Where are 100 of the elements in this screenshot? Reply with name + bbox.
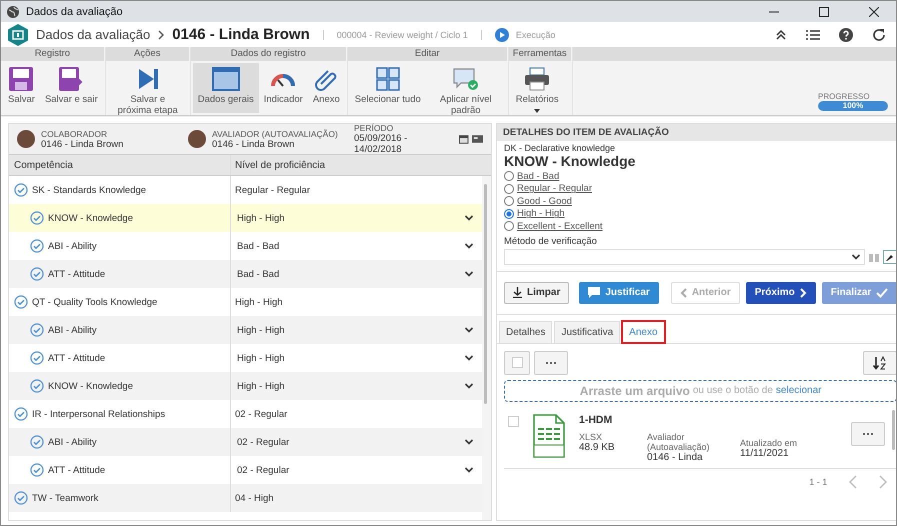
info-value: 0146 - Linda Brown [212,138,294,150]
ribbon-button[interactable]: Relatórios [510,63,564,116]
globe-icon [6,4,20,18]
competency-name: ABI - Ability [48,324,97,336]
ribbon-button[interactable]: Salvar e próxima etapa [108,63,188,120]
proficiency-level[interactable]: 02 - Regular [237,464,290,476]
proficiency-level[interactable]: Bad - Bad [237,268,280,280]
action-button[interactable]: Limpar [504,282,570,304]
select-link[interactable]: selecionar [776,385,822,396]
proficiency-level[interactable]: High - High [237,212,285,224]
tab[interactable]: Detalhes [499,320,552,342]
progress-value: 100% [842,101,864,111]
tab[interactable]: Justificativa [554,320,620,342]
item-category: DK - Declarative knowledge [504,143,616,153]
chevron-down-icon[interactable] [851,252,862,260]
sort-button[interactable] [863,350,896,374]
chevron-down-icon[interactable] [464,214,474,222]
calendar-icon[interactable] [459,134,469,144]
proficiency-level[interactable]: High - High [237,380,285,392]
list-icon[interactable] [806,28,820,40]
sort-icon [873,356,888,370]
tab[interactable]: Anexo [622,320,665,342]
help-icon[interactable] [839,28,853,42]
scrollbar[interactable] [892,410,896,450]
ribbon-button[interactable]: Indicador [258,63,308,113]
date-label: Atualizado em [740,438,798,448]
table-row[interactable]: KNOW - Knowledge High - High [9,372,482,400]
chevron-down-icon[interactable] [464,466,474,474]
file-type: XLSX [579,432,604,442]
table-row[interactable]: ATT - Attitude Bad - Bad [9,260,482,288]
panel-header: DETALHES DO ITEM DE AVALIAÇÃO [497,124,896,141]
proficiency-level[interactable]: High - High [237,352,285,364]
chevron-down-icon[interactable] [464,242,474,250]
status-label: Execução [516,30,556,40]
action-button[interactable]: Justificar [579,282,659,304]
radio-option[interactable]: Regular - Regular [504,182,896,195]
pagination-range: 1 - 1 [809,476,828,486]
section-title[interactable]: Dados da avaliação [36,27,150,42]
radio-button[interactable] [504,221,514,232]
ribbon-button[interactable]: Anexo [308,63,345,113]
chevron-down-icon[interactable] [464,326,474,334]
check-circle-icon [14,183,28,197]
dropzone-hint: ou use o botão de [692,385,773,396]
floppy-disk-arrow-icon [58,66,84,92]
radio-option[interactable]: Bad - Bad [504,170,896,182]
chevron-right-icon [800,288,807,298]
scrollbar[interactable] [482,176,491,520]
radio-option[interactable]: High - High [504,208,896,220]
grid-icon [374,66,401,92]
ribbon-group-label: Registro [1,47,105,61]
table-row[interactable]: KNOW - Knowledge High - High [9,204,482,232]
file-name: 1-HDM [579,414,614,426]
radio-button[interactable] [504,171,514,182]
info-label: AVALIADOR (AUTOAVALIAÇÃO) [212,128,338,138]
ribbon-button[interactable]: Salvar e sair [40,63,103,113]
proficiency-level[interactable]: Bad - Bad [237,240,280,252]
check-circle-icon [30,435,44,449]
ribbon-button[interactable]: Dados gerais [192,63,259,113]
chevron-down-icon[interactable] [464,438,474,446]
ribbon-button[interactable]: Salvar [3,63,40,113]
column-header: Competência [13,160,74,170]
table-row[interactable]: ABI - Ability High - High [9,316,482,344]
radio-option[interactable]: Excellent - Excellent [504,220,896,232]
competency-name: ATT - Attitude [48,352,106,364]
competency-name: ABI - Ability [48,240,97,252]
radio-option[interactable]: Good - Good [504,195,896,208]
double-chevron-up-icon[interactable] [775,28,787,40]
app-logo-icon [7,24,29,46]
competency-name: SK - Standards Knowledge [32,184,146,196]
proficiency-level: 04 - High [235,492,274,504]
radio-button[interactable] [504,184,514,194]
select-all-checkbox[interactable] [504,350,530,374]
maximize-icon [819,6,829,16]
check-circle-icon [30,267,44,281]
ribbon-group-label: Ações [106,47,190,61]
date-value: 11/11/2021 [740,448,790,458]
check-circle-icon [14,295,28,309]
ribbon-button[interactable]: Selecionar tudo [350,63,426,120]
action-button[interactable]: Próximo [746,282,816,304]
check-circle-icon [14,407,28,421]
file-checkbox[interactable] [508,416,519,426]
proficiency-level[interactable]: High - High [237,324,285,336]
ribbon-button[interactable]: Aplicar nível padrão [426,63,506,120]
chevron-left-icon [680,288,687,298]
radio-button[interactable] [504,208,514,219]
file-dropzone[interactable]: Arraste um arquivo ou use o botão de selecionar [504,380,896,402]
refresh-icon[interactable] [872,28,886,42]
proficiency-level[interactable]: 02 - Regular [237,436,290,448]
table-row[interactable]: ABI - Ability 02 - Regular [9,428,482,456]
chevron-down-icon[interactable] [464,270,474,278]
comment-icon [588,287,600,298]
chevron-down-icon[interactable] [464,382,474,390]
close-icon [869,6,879,16]
chevron-down-icon[interactable] [464,354,474,362]
competency-name: KNOW - Knowledge [48,380,134,392]
check-circle-icon [14,491,28,505]
file-card[interactable]: 1-HDM XLSX 48.9 KB Avaliador (Autoavaliação) 0146 - Linda Atualizado em 11/11/2021 [504,408,896,468]
table-row[interactable]: TW - Teamwork 04 - High [9,484,482,512]
card-icon[interactable] [472,134,483,144]
radio-button[interactable] [504,196,514,206]
